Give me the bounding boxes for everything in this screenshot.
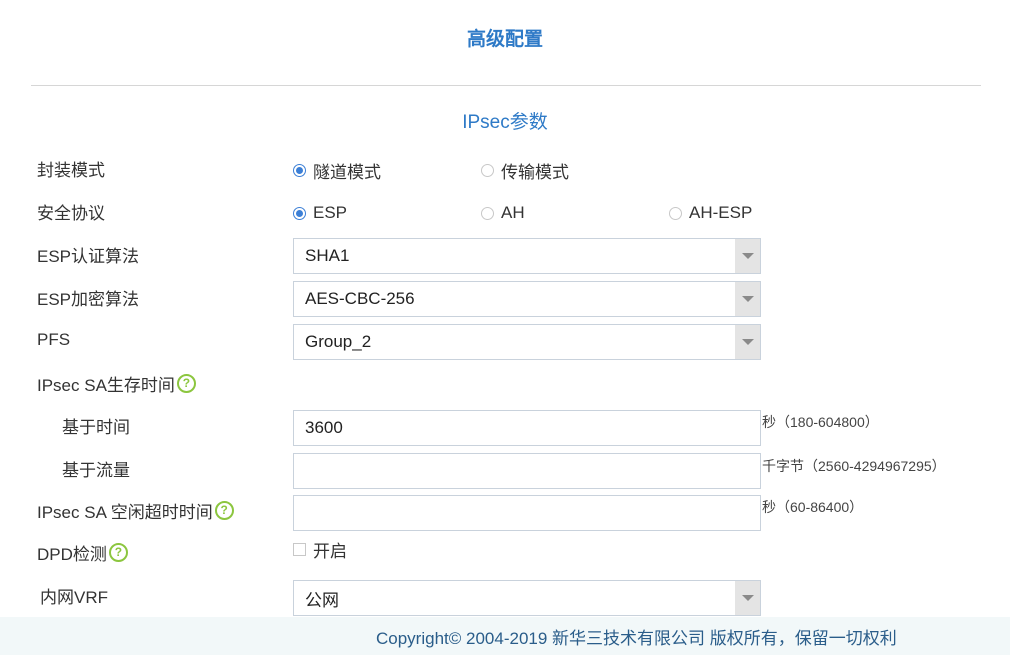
- radio-label: ESP: [313, 203, 348, 222]
- pfs-value: Group_2: [305, 332, 372, 351]
- sa-lifetime-traffic-label: 基于流量: [62, 460, 130, 480]
- chevron-down-icon[interactable]: [735, 581, 760, 615]
- radio-label: 隧道模式: [313, 162, 381, 182]
- radio-unchecked-icon[interactable]: [669, 206, 682, 220]
- help-question-icon[interactable]: ?: [176, 373, 196, 393]
- protocol-ah-esp-radio[interactable]: AH-ESP: [669, 201, 752, 225]
- radio-label: AH-ESP: [689, 203, 753, 222]
- dpd-enable-checkbox[interactable]: 开启: [293, 537, 347, 562]
- header-divider: [31, 85, 981, 86]
- help-question-icon[interactable]: ?: [108, 542, 128, 562]
- section-title: IPsec参数: [462, 112, 548, 133]
- security-protocol-label: 安全协议: [37, 203, 105, 223]
- dpd-label: DPD检测 ?: [37, 540, 128, 564]
- page-title: 高级配置: [466, 29, 543, 50]
- esp-encrypt-select[interactable]: AES-CBC-256: [293, 281, 761, 317]
- radio-checked-icon[interactable]: [293, 206, 306, 220]
- pfs-select[interactable]: Group_2: [293, 324, 761, 360]
- checkbox-label: 开启: [313, 542, 347, 561]
- footer: Copyright© 2004-2019 新华三技术有限公司 版权所有，保留一切…: [0, 617, 1010, 655]
- sa-lifetime-label-text: IPsec SA生存时间: [37, 375, 175, 395]
- radio-unchecked-icon[interactable]: [481, 163, 494, 177]
- chevron-down-icon[interactable]: [735, 282, 760, 316]
- esp-auth-select[interactable]: SHA1: [293, 238, 761, 274]
- sa-lifetime-time-label: 基于时间: [62, 417, 130, 437]
- vrf-label: 内网VRF: [40, 587, 108, 607]
- sa-idle-hint: 秒（60-86400）: [762, 499, 864, 515]
- vrf-value: 公网: [305, 590, 339, 610]
- pfs-label: PFS: [37, 330, 71, 349]
- sa-lifetime-time-hint: 秒（180-604800）: [762, 414, 879, 430]
- copyright-text: Copyright© 2004-2019 新华三技术有限公司 版权所有，保留一切…: [376, 628, 897, 648]
- esp-encrypt-value: AES-CBC-256: [305, 289, 415, 308]
- esp-auth-label: ESP认证算法: [37, 246, 140, 266]
- chevron-down-icon[interactable]: [735, 239, 760, 273]
- radio-label: AH: [501, 203, 525, 222]
- help-question-icon[interactable]: ?: [214, 500, 234, 520]
- chevron-down-icon[interactable]: [735, 325, 760, 359]
- checkbox-unchecked-icon[interactable]: [293, 543, 306, 556]
- radio-label: 传输模式: [501, 162, 569, 182]
- sa-idle-input[interactable]: [293, 495, 761, 531]
- radio-unchecked-icon[interactable]: [481, 206, 494, 220]
- vrf-select[interactable]: 公网: [293, 580, 761, 616]
- sa-lifetime-time-input[interactable]: [293, 410, 761, 446]
- sa-lifetime-traffic-hint: 千字节（2560-4294967295）: [762, 458, 946, 474]
- protocol-ah-radio[interactable]: AH: [481, 201, 525, 225]
- sa-lifetime-traffic-input[interactable]: [293, 453, 761, 489]
- sa-idle-label-text: IPsec SA 空闲超时时间: [37, 502, 213, 522]
- radio-checked-icon[interactable]: [293, 163, 306, 177]
- esp-encrypt-label: ESP加密算法: [37, 289, 140, 309]
- encap-mode-label: 封装模式: [37, 160, 105, 180]
- dpd-label-text: DPD检测: [37, 544, 107, 564]
- protocol-esp-radio[interactable]: ESP: [293, 201, 347, 225]
- encap-mode-transport-radio[interactable]: 传输模式: [481, 158, 569, 182]
- esp-auth-value: SHA1: [305, 246, 350, 265]
- encap-mode-tunnel-radio[interactable]: 隧道模式: [293, 158, 381, 182]
- sa-idle-label: IPsec SA 空闲超时时间 ?: [37, 498, 234, 522]
- sa-lifetime-label: IPsec SA生存时间 ?: [37, 371, 196, 395]
